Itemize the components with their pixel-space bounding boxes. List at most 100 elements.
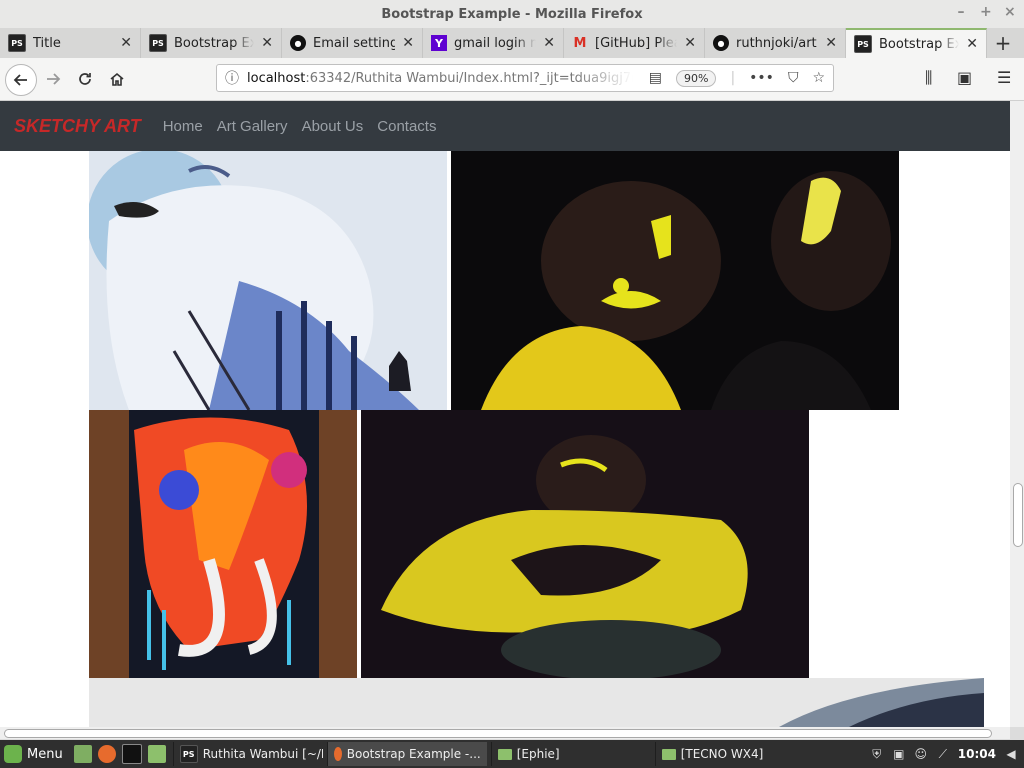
- volume-icon[interactable]: ◀: [1004, 747, 1018, 761]
- back-arrow-icon: [13, 74, 27, 86]
- tab-github-please[interactable]: M [GitHub] Please ✕: [564, 28, 705, 58]
- show-desktop-icon[interactable]: [73, 745, 92, 763]
- site-navbar: SKETCHY ART Home Art Gallery About Us Co…: [0, 101, 1010, 151]
- home-button[interactable]: [102, 64, 132, 94]
- task-label: Bootstrap Example -...: [346, 747, 481, 761]
- ps-icon: PS: [149, 34, 167, 52]
- url-host: localhost: [247, 70, 306, 86]
- reload-icon: [79, 73, 91, 85]
- github-icon: ●: [290, 35, 306, 51]
- task-pycharm[interactable]: PS Ruthita Wambui [~/P...: [172, 742, 323, 766]
- window-titlebar: Bootstrap Example - Mozilla Firefox – + …: [0, 0, 1024, 28]
- wolf-painting-image[interactable]: [89, 151, 447, 410]
- tab-label: Bootstrap Example: [174, 35, 254, 51]
- window-title: Bootstrap Example - Mozilla Firefox: [381, 6, 643, 22]
- nav-about-us-link[interactable]: About Us: [302, 118, 364, 135]
- task-tecno[interactable]: [TECNO WX4]: [654, 742, 815, 766]
- task-label: [TECNO WX4]: [680, 747, 764, 761]
- hamburger-menu-icon[interactable]: ☰: [997, 68, 1011, 87]
- task-firefox[interactable]: Bootstrap Example -...: [326, 742, 487, 766]
- close-tab-icon[interactable]: ✕: [261, 35, 273, 51]
- bookmark-star-icon[interactable]: ☆: [812, 70, 825, 86]
- tab-ruthnjoki-art[interactable]: ● ruthnjoki/art ✕: [705, 28, 846, 58]
- tab-title[interactable]: PS Title ✕: [0, 28, 141, 58]
- clock[interactable]: 10:04: [958, 747, 996, 761]
- task-label: Ruthita Wambui [~/P...: [202, 747, 323, 761]
- tab-label: gmail login ma: [454, 35, 536, 51]
- firefox-icon: [333, 747, 342, 761]
- task-ephie[interactable]: [Ephie]: [490, 742, 651, 766]
- yahoo-icon: Y: [431, 35, 447, 51]
- close-tab-icon[interactable]: ✕: [402, 35, 414, 51]
- zoom-badge[interactable]: 90%: [675, 69, 717, 87]
- ps-icon: PS: [8, 34, 26, 52]
- page-viewport: SKETCHY ART Home Art Gallery About Us Co…: [0, 101, 1010, 727]
- network-icon[interactable]: ⟋: [936, 747, 950, 761]
- update-icon[interactable]: ▣: [892, 747, 906, 761]
- gmail-icon: M: [573, 35, 587, 51]
- tab-label: Email settings: [313, 35, 395, 51]
- nav-home-link[interactable]: Home: [163, 118, 203, 135]
- vertical-scrollbar[interactable]: [1010, 101, 1024, 727]
- url-actions: ▤ 90% | ••• ⛉ ☆: [649, 69, 825, 87]
- nav-contacts-link[interactable]: Contacts: [377, 118, 436, 135]
- elephant-painting-image[interactable]: [89, 410, 357, 678]
- tab-bootstrap-example-active[interactable]: PS Bootstrap Example ✕: [846, 28, 987, 58]
- reload-button[interactable]: [70, 64, 100, 94]
- face-paint-portrait-image[interactable]: [451, 151, 899, 410]
- partial-gallery-image[interactable]: [89, 678, 984, 727]
- folder-icon: [497, 748, 512, 760]
- tab-label: [GitHub] Please: [595, 35, 677, 51]
- tab-gmail-login[interactable]: Y gmail login ma ✕: [423, 28, 564, 58]
- tab-label: Bootstrap Example: [879, 36, 959, 52]
- forward-arrow-icon: [47, 73, 61, 85]
- close-tab-icon[interactable]: ✕: [120, 35, 132, 51]
- minimize-button[interactable]: –: [956, 4, 966, 20]
- close-tab-icon[interactable]: ✕: [543, 35, 555, 51]
- tab-label: Title: [33, 35, 61, 51]
- close-tab-icon[interactable]: ✕: [825, 35, 837, 51]
- nav-art-gallery-link[interactable]: Art Gallery: [217, 118, 288, 135]
- sidebar-icon[interactable]: ▣: [957, 68, 972, 87]
- menu-label: Menu: [27, 746, 63, 762]
- url-field[interactable]: localhost:63342/Ruthita Wambui/Index.htm…: [247, 71, 633, 86]
- home-icon: [110, 72, 124, 86]
- github-icon: ●: [713, 35, 729, 51]
- shield-icon[interactable]: ⛨: [870, 747, 884, 761]
- tab-label: ruthnjoki/art: [736, 35, 817, 51]
- page-actions-icon[interactable]: •••: [749, 70, 774, 86]
- tab-bootstrap-example[interactable]: PS Bootstrap Example ✕: [141, 28, 282, 58]
- address-bar[interactable]: ⓘ localhost:63342/Ruthita Wambui/Index.h…: [216, 64, 834, 92]
- forward-button[interactable]: [38, 64, 68, 94]
- library-icon[interactable]: ⫼: [925, 68, 932, 88]
- os-taskbar: Menu PS Ruthita Wambui [~/P... Bootstrap…: [0, 740, 1024, 768]
- close-tab-icon[interactable]: ✕: [684, 35, 696, 51]
- pocket-icon[interactable]: ⛉: [788, 70, 799, 86]
- separator: |: [730, 70, 736, 86]
- tab-strip: PS Title ✕ PS Bootstrap Example ✕ ● Emai…: [0, 28, 1024, 58]
- back-button[interactable]: [5, 64, 37, 96]
- horizontal-scroll-thumb[interactable]: [4, 729, 992, 738]
- reader-view-icon[interactable]: ▤: [649, 70, 662, 86]
- firefox-launcher-icon[interactable]: [97, 745, 116, 763]
- system-tray: ⛨ ▣ ☺ ⟋ 10:04 ◀: [870, 747, 1024, 762]
- new-tab-button[interactable]: +: [987, 28, 1019, 58]
- ps-icon: PS: [854, 35, 872, 53]
- vertical-scroll-thumb[interactable]: [1013, 483, 1023, 547]
- folder-icon: [661, 748, 676, 760]
- window-controls: – + ×: [956, 4, 1016, 20]
- start-menu-button[interactable]: Menu: [0, 745, 71, 763]
- terminal-launcher-icon[interactable]: [121, 744, 142, 764]
- yellow-shirt-portrait-image[interactable]: [361, 410, 809, 678]
- close-window-button[interactable]: ×: [1004, 4, 1016, 20]
- user-icon[interactable]: ☺: [914, 747, 928, 761]
- files-launcher-icon[interactable]: [147, 745, 166, 763]
- info-icon[interactable]: ⓘ: [225, 68, 239, 88]
- url-path: :63342/Ruthita Wambui/Index.html?_ijt=td…: [305, 70, 633, 86]
- mint-logo-icon: [4, 745, 22, 763]
- horizontal-scrollbar[interactable]: [0, 727, 1010, 739]
- tab-email-settings[interactable]: ● Email settings ✕: [282, 28, 423, 58]
- maximize-button[interactable]: +: [980, 4, 992, 20]
- close-tab-icon[interactable]: ✕: [966, 36, 978, 52]
- site-brand[interactable]: SKETCHY ART: [14, 116, 141, 137]
